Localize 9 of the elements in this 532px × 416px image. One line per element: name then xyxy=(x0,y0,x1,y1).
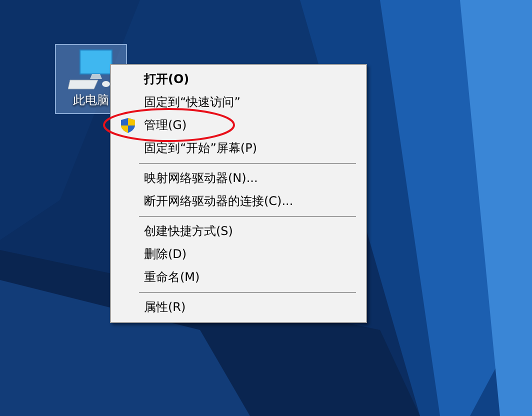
shield-icon xyxy=(121,118,135,133)
menu-item[interactable]: 删除(D) xyxy=(111,243,366,266)
menu-item[interactable]: 固定到“开始”屏幕(P) xyxy=(111,137,366,160)
menu-item[interactable]: 断开网络驱动器的连接(C)... xyxy=(111,190,366,213)
menu-item[interactable]: 管理(G) xyxy=(111,114,366,137)
menu-item[interactable]: 创建快捷方式(S) xyxy=(111,220,366,243)
menu-item[interactable]: 映射网络驱动器(N)... xyxy=(111,167,366,190)
menu-item[interactable]: 属性(R) xyxy=(111,296,366,319)
menu-item[interactable]: 重命名(M) xyxy=(111,266,366,289)
